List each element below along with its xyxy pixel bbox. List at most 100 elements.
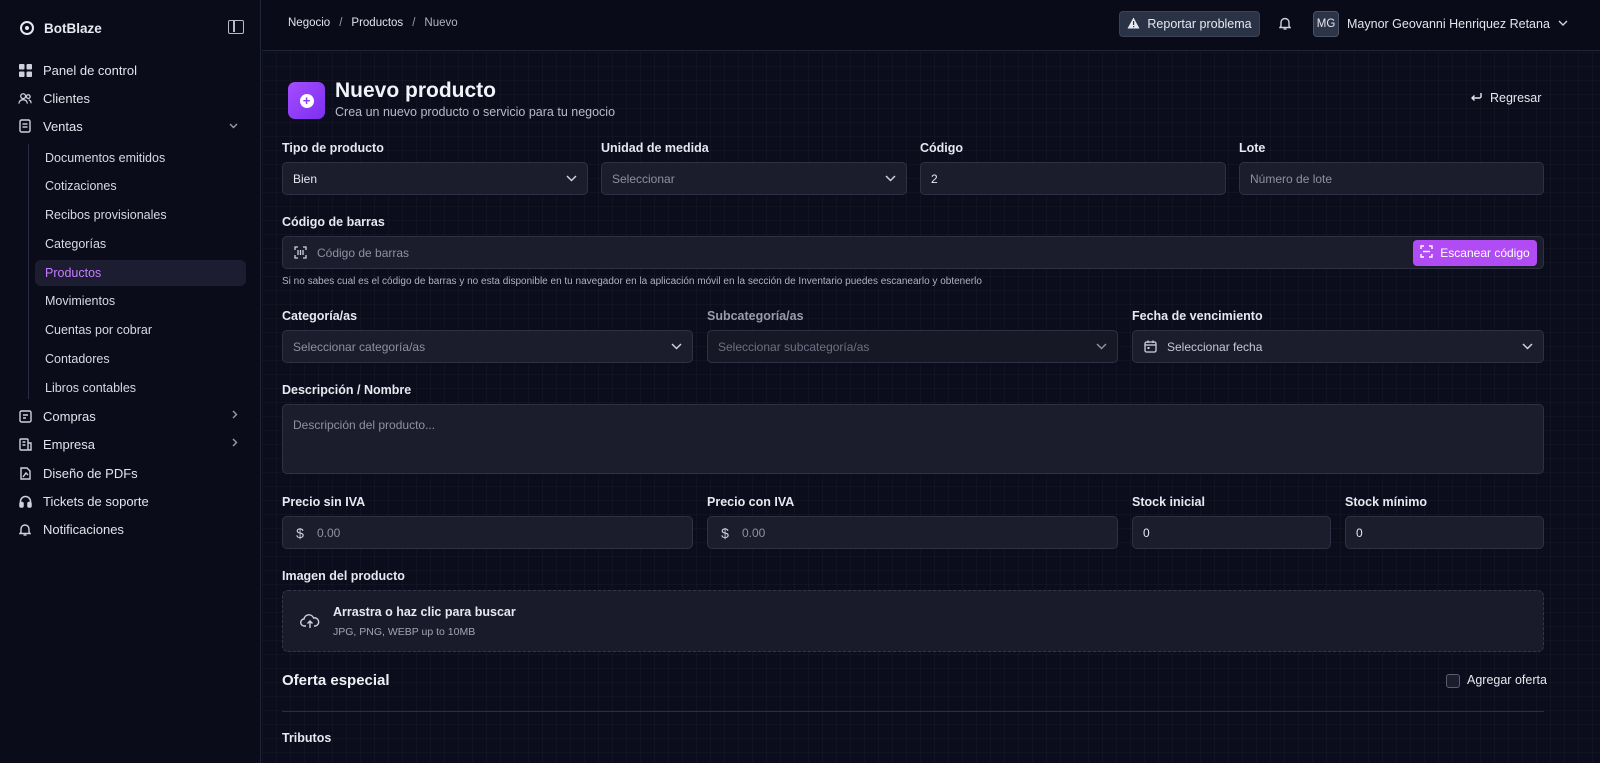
vencimiento-datepicker[interactable]: Seleccionar fecha xyxy=(1132,330,1544,363)
descripcion-placeholder: Descripción del producto... xyxy=(293,418,436,432)
sidebar-subitem-productos[interactable]: Productos xyxy=(35,260,246,286)
sidebar-item-empresa[interactable]: Empresa xyxy=(18,432,246,456)
brand[interactable]: BotBlaze xyxy=(20,18,102,38)
lote-placeholder: Número de lote xyxy=(1250,171,1333,186)
descripcion-textarea[interactable]: Descripción del producto... xyxy=(282,404,1544,474)
sidebar-item-clientes[interactable]: Clientes xyxy=(18,86,246,110)
avatar[interactable]: MG xyxy=(1313,11,1339,37)
stock-minimo-input[interactable]: 0 xyxy=(1345,516,1544,549)
sidebar-item-panel[interactable]: Panel de control xyxy=(18,58,246,82)
unidad-select[interactable]: Seleccionar xyxy=(601,162,907,195)
receipt-icon xyxy=(18,119,32,133)
precio-sin-input[interactable]: $ 0.00 xyxy=(282,516,693,549)
sidebar-subitem-cotizaciones[interactable]: Cotizaciones xyxy=(35,173,246,199)
sidebar-item-tickets[interactable]: Tickets de soporte xyxy=(18,489,246,513)
app-name: BotBlaze xyxy=(44,20,102,36)
sidebar-subitem-libros[interactable]: Libros contables xyxy=(35,375,246,401)
add-product-icon: + xyxy=(288,82,325,119)
topbar: Negocio / Productos / Nuevo Reportar pro… xyxy=(262,0,1600,51)
chevron-down-icon xyxy=(229,121,238,132)
vencimiento-label: Fecha de vencimiento xyxy=(1132,309,1263,323)
tributos-label: Tributos xyxy=(282,731,332,745)
barcode-input[interactable]: Código de barras Escanear código xyxy=(282,236,1544,269)
back-button[interactable]: Regresar xyxy=(1470,91,1541,105)
breadcrumb-item[interactable]: Negocio xyxy=(288,17,330,29)
breadcrumb-item[interactable]: Productos xyxy=(351,17,403,29)
categoria-label: Categoría/as xyxy=(282,309,358,323)
sidebar-item-notificaciones[interactable]: Notificaciones xyxy=(18,517,246,541)
notifications-bell-icon[interactable] xyxy=(1278,16,1293,32)
sidebar-toggle-icon[interactable] xyxy=(228,20,244,34)
sidebar-subitem-movimientos[interactable]: Movimientos xyxy=(35,288,246,314)
sidebar-subitem-label: Productos xyxy=(45,266,102,280)
calendar-icon xyxy=(1143,340,1157,353)
image-upload-dropzone[interactable]: Arrastra o haz clic para buscar JPG, PNG… xyxy=(282,590,1544,652)
tipo-select[interactable]: Bien xyxy=(282,162,588,195)
add-offer-checkbox[interactable] xyxy=(1446,674,1460,688)
sidebar-subitem-documentos[interactable]: Documentos emitidos xyxy=(35,145,246,171)
chevron-down-icon xyxy=(1522,341,1533,353)
chevron-right-icon xyxy=(232,438,238,450)
stock-inicial-label: Stock inicial xyxy=(1132,495,1205,509)
report-problem-label: Reportar problema xyxy=(1147,17,1252,31)
tipo-label: Tipo de producto xyxy=(282,141,384,155)
barcode-hint: Si no sabes cual es el código de barras … xyxy=(282,276,982,287)
offer-section-title: Oferta especial xyxy=(282,672,390,689)
precio-con-placeholder: 0.00 xyxy=(742,525,766,540)
users-icon xyxy=(18,91,32,105)
sidebar-item-label: Notificaciones xyxy=(43,521,124,537)
tipo-value: Bien xyxy=(293,171,318,186)
unidad-placeholder: Seleccionar xyxy=(612,171,675,186)
sidebar-subitem-label: Contadores xyxy=(45,352,110,366)
bell-icon xyxy=(18,522,32,536)
cloud-upload-icon xyxy=(300,613,320,632)
sidebar-subitem-label: Recibos provisionales xyxy=(45,208,167,222)
sidebar-item-label: Compras xyxy=(43,408,96,424)
categoria-select[interactable]: Seleccionar categoría/as xyxy=(282,330,693,363)
lote-input[interactable]: Número de lote xyxy=(1239,162,1544,195)
sidebar-subitem-categorias[interactable]: Categorías xyxy=(35,231,246,257)
sidebar-item-compras[interactable]: Compras xyxy=(18,404,246,428)
sidebar-subitem-contadores[interactable]: Contadores xyxy=(35,346,246,372)
back-label: Regresar xyxy=(1490,91,1542,105)
page-title: Nuevo producto xyxy=(335,79,496,102)
categoria-placeholder: Seleccionar categoría/as xyxy=(293,339,426,354)
sidebar-subitem-cuentas[interactable]: Cuentas por cobrar xyxy=(35,317,246,343)
headset-icon xyxy=(18,494,32,508)
barcode-scan-icon xyxy=(293,246,307,259)
chevron-down-icon xyxy=(671,341,682,353)
stock-inicial-input[interactable]: 0 xyxy=(1132,516,1331,549)
codigo-label: Código xyxy=(920,141,964,155)
main-content: + Nuevo producto Crea un nuevo producto … xyxy=(262,52,1600,763)
user-name[interactable]: Maynor Geovanni Henriquez Retana xyxy=(1347,17,1550,31)
add-offer-label[interactable]: Agregar oferta xyxy=(1467,673,1547,687)
building-icon xyxy=(18,437,32,451)
sidebar-subitem-label: Cuentas por cobrar xyxy=(45,323,153,337)
page-subtitle: Crea un nuevo producto o servicio para t… xyxy=(335,105,616,119)
breadcrumb-current: Nuevo xyxy=(424,17,458,29)
stock-minimo-label: Stock mínimo xyxy=(1345,495,1427,509)
stock-inicial-value: 0 xyxy=(1143,525,1150,540)
report-problem-button[interactable]: Reportar problema xyxy=(1119,11,1260,37)
sidebar-subitem-label: Categorías xyxy=(45,237,107,251)
submenu-line xyxy=(28,144,29,399)
sidebar-item-ventas[interactable]: Ventas xyxy=(18,114,246,138)
sidebar-subitem-label: Libros contables xyxy=(45,381,137,395)
sidebar-item-pdfs[interactable]: Diseño de PDFs xyxy=(18,461,246,485)
sidebar-subitem-recibos[interactable]: Recibos provisionales xyxy=(35,202,246,228)
file-design-icon xyxy=(18,466,32,480)
precio-sin-placeholder: 0.00 xyxy=(317,525,341,540)
barcode-label: Código de barras xyxy=(282,215,385,229)
stock-minimo-value: 0 xyxy=(1356,525,1363,540)
chevron-down-icon[interactable] xyxy=(1558,17,1568,29)
unidad-label: Unidad de medida xyxy=(601,141,709,155)
sidebar: BotBlaze Panel de control Clientes Venta… xyxy=(0,0,261,763)
warning-icon xyxy=(1127,17,1140,32)
precio-con-input[interactable]: $ 0.00 xyxy=(707,516,1118,549)
precio-con-label: Precio con IVA xyxy=(707,495,795,509)
sidebar-item-label: Empresa xyxy=(43,436,96,452)
section-divider xyxy=(282,711,1544,712)
sidebar-item-label: Ventas xyxy=(43,118,83,134)
codigo-input[interactable]: 2 xyxy=(920,162,1226,195)
scan-code-button[interactable]: Escanear código xyxy=(1413,240,1537,266)
